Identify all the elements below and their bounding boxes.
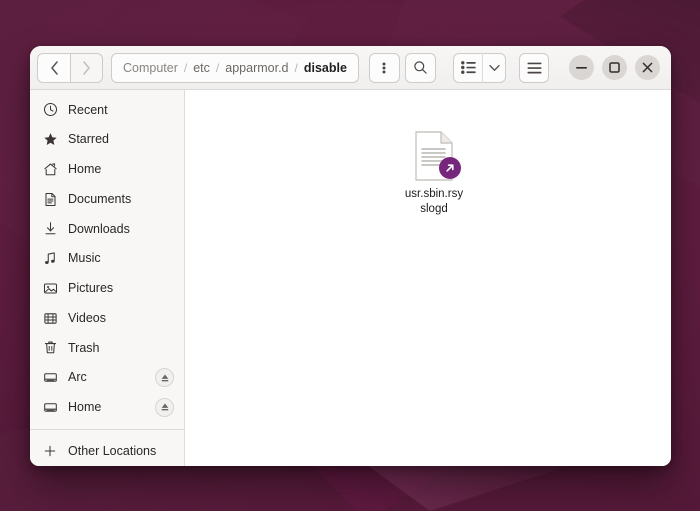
search-button[interactable] (404, 52, 436, 83)
minimize-icon (576, 66, 587, 69)
clock-icon (42, 102, 58, 118)
breadcrumb-item-computer[interactable]: Computer (123, 61, 178, 75)
video-icon (42, 310, 58, 326)
maximize-button[interactable] (602, 55, 627, 80)
sidebar-item-label: Recent (68, 102, 108, 117)
eject-icon (161, 374, 168, 381)
chevron-down-icon (488, 64, 500, 71)
main-menu-button[interactable] (519, 52, 549, 83)
trash-icon (42, 340, 58, 356)
eject-icon (161, 403, 168, 411)
eject-button[interactable] (155, 368, 174, 388)
sidebar-item-documents[interactable]: Documents (30, 184, 184, 214)
search-icon (414, 61, 427, 74)
path-menu-button[interactable] (368, 52, 400, 83)
house-icon (42, 161, 58, 177)
sidebar-item-label: Documents (68, 191, 132, 206)
picture-icon (42, 280, 58, 296)
path-actions (368, 52, 436, 83)
file-list-area[interactable]: usr.sbin.rsyslogd (185, 90, 671, 466)
sidebar-item-home-drive[interactable]: Home (30, 393, 184, 423)
symlink-arrow-icon (439, 157, 461, 179)
sidebar-item-music[interactable]: Music (30, 244, 184, 274)
sidebar-item-pictures[interactable]: Pictures (30, 274, 184, 304)
kebab-menu-icon (382, 62, 386, 73)
sidebar: Recent Starred Home Documents Downloads … (30, 90, 185, 466)
sidebar-item-starred[interactable]: Starred (30, 125, 184, 155)
maximize-icon (609, 62, 620, 73)
close-button[interactable] (635, 55, 660, 80)
sidebar-item-home[interactable]: Home (30, 155, 184, 185)
forward-button[interactable] (70, 52, 103, 83)
sidebar-item-other-locations[interactable]: Other Locations (30, 436, 184, 466)
file-manager-window: Computer / etc / apparmor.d / disable Re… (30, 46, 671, 466)
file-item[interactable]: usr.sbin.rsyslogd (391, 130, 477, 216)
view-options-button[interactable] (483, 52, 506, 83)
text-file-icon (412, 130, 461, 182)
sidebar-item-arc[interactable]: Arc (30, 363, 184, 393)
breadcrumb-item-disable[interactable]: disable (304, 61, 347, 75)
breadcrumb-separator: / (183, 60, 188, 75)
sidebar-item-label: Home (68, 162, 102, 177)
sidebar-item-videos[interactable]: Videos (30, 303, 184, 333)
list-view-icon (460, 61, 476, 74)
sidebar-item-recent[interactable]: Recent (30, 95, 184, 125)
eject-button[interactable] (155, 397, 174, 417)
file-name-label: usr.sbin.rsyslogd (404, 188, 464, 215)
sidebar-separator (30, 429, 184, 431)
view-mode-buttons (453, 52, 506, 83)
close-icon (642, 62, 653, 73)
document-icon (42, 191, 58, 207)
navigation-buttons (37, 52, 103, 83)
drive-icon (42, 370, 58, 386)
star-icon (42, 132, 58, 148)
breadcrumb-item-etc[interactable]: etc (193, 61, 210, 75)
plus-icon (42, 443, 58, 459)
sidebar-item-label: Home (68, 400, 102, 415)
chevron-left-icon (50, 60, 58, 75)
sidebar-item-downloads[interactable]: Downloads (30, 214, 184, 244)
minimize-button[interactable] (569, 55, 594, 80)
sidebar-item-label: Videos (68, 310, 106, 325)
back-button[interactable] (37, 52, 70, 83)
sidebar-item-label: Downloads (68, 221, 130, 236)
drive-icon (42, 399, 58, 415)
sidebar-item-label: Pictures (68, 281, 114, 296)
breadcrumb-separator: / (215, 60, 220, 75)
music-note-icon (42, 251, 58, 267)
window-body: Recent Starred Home Documents Downloads … (30, 90, 671, 466)
breadcrumb-separator: / (294, 60, 298, 75)
window-controls (569, 55, 660, 80)
breadcrumb-item-apparmor-d[interactable]: apparmor.d (225, 61, 288, 75)
sidebar-item-label: Arc (68, 370, 87, 385)
sidebar-item-label: Starred (68, 132, 109, 147)
chevron-right-icon (83, 60, 90, 75)
sidebar-item-label: Trash (68, 340, 100, 355)
list-view-button[interactable] (453, 52, 483, 83)
download-icon (42, 221, 58, 237)
sidebar-item-label: Other Locations (68, 443, 157, 458)
window-header-bar: Computer / etc / apparmor.d / disable (30, 46, 671, 90)
breadcrumb[interactable]: Computer / etc / apparmor.d / disable (111, 52, 359, 83)
sidebar-item-label: Music (68, 251, 101, 266)
sidebar-item-trash[interactable]: Trash (30, 333, 184, 363)
hamburger-menu-icon (527, 62, 541, 73)
